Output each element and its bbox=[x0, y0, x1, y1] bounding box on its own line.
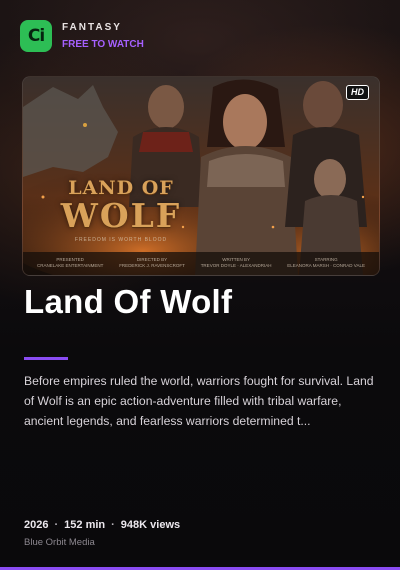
meta-separator: · bbox=[111, 519, 115, 531]
movie-title: Land Of Wolf bbox=[24, 283, 233, 320]
credit-block: PRESENTED CRANELAKE ENTERTAINMENT bbox=[37, 257, 103, 269]
hd-badge: HD bbox=[346, 85, 369, 100]
credit-name: TREVOR DOYLE · ALEXANDRIAH bbox=[200, 263, 272, 268]
movie-meta: 2026 · 152 min · 948K views bbox=[24, 519, 180, 531]
app-logo[interactable]: Ci bbox=[20, 20, 52, 52]
credit-name: FREDERICK J. RAVENSCROFT bbox=[119, 263, 185, 268]
credit-block: WRITTEN BY TREVOR DOYLE · ALEXANDRIAH bbox=[201, 257, 272, 269]
credit-name: CRANELAKE ENTERTAINMENT bbox=[37, 263, 104, 268]
credit-block: DIRECTED BY FREDERICK J. RAVENSCROFT bbox=[119, 257, 185, 269]
poster-title: LAND OF WOLF bbox=[41, 177, 201, 233]
poster-title-line2: WOLF bbox=[60, 196, 182, 235]
runtime: 152 min bbox=[64, 519, 106, 531]
release-year: 2026 bbox=[24, 519, 49, 531]
accent-divider bbox=[24, 357, 68, 360]
credit-name: ELEANORA MARSH · CONRAD VALE bbox=[287, 263, 365, 268]
logo-text: Ci bbox=[27, 26, 45, 46]
credit-block: STARRING ELEANORA MARSH · CONRAD VALE bbox=[287, 257, 365, 269]
header-text: FANTASY FREE TO WATCH bbox=[62, 22, 144, 50]
poster-credits: PRESENTED CRANELAKE ENTERTAINMENT DIRECT… bbox=[37, 257, 365, 269]
view-count: 948K views bbox=[120, 519, 181, 531]
movie-description: Before empires ruled the world, warriors… bbox=[24, 374, 374, 428]
genre-label: FANTASY bbox=[62, 22, 122, 33]
movie-poster[interactable]: HD LAND OF WOLF FREEDOM IS WORTH BLOOD P… bbox=[22, 76, 380, 276]
header: Ci FANTASY FREE TO WATCH bbox=[20, 20, 144, 52]
poster-artwork bbox=[23, 77, 379, 275]
poster-tagline: FREEDOM IS WORTH BLOOD bbox=[74, 237, 168, 243]
studio-name: Blue Orbit Media bbox=[24, 537, 95, 548]
availability-label: FREE TO WATCH bbox=[62, 39, 144, 50]
meta-separator: · bbox=[54, 519, 59, 531]
